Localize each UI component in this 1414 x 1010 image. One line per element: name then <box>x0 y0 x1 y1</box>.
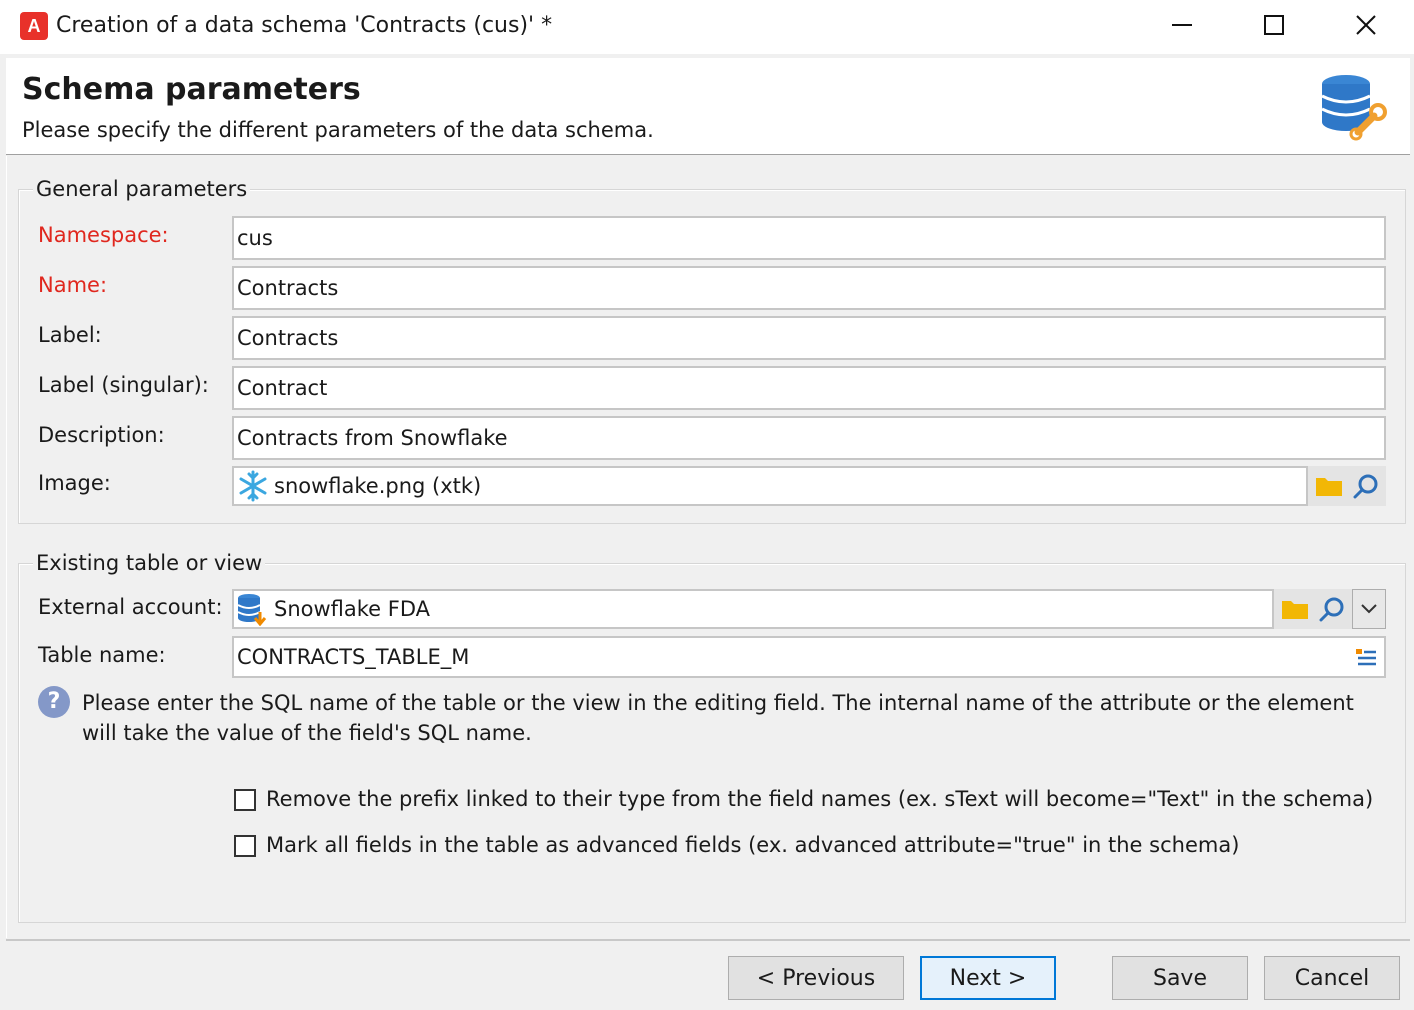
page-subtitle: Please specify the different parameters … <box>22 118 654 142</box>
name-field[interactable]: Contracts <box>232 266 1386 310</box>
close-button[interactable] <box>1320 0 1412 50</box>
cancel-button[interactable]: Cancel <box>1264 956 1400 1000</box>
chevron-down-icon <box>1361 604 1377 614</box>
external-account-value: Snowflake FDA <box>274 597 431 621</box>
list-picker-icon[interactable] <box>1354 646 1378 670</box>
folder-icon[interactable] <box>1315 474 1343 498</box>
external-account-tools <box>1274 589 1352 629</box>
description-field[interactable]: Contracts from Snowflake <box>232 416 1386 460</box>
app-logo-icon: A <box>20 12 48 40</box>
window-title: Creation of a data schema 'Contracts (cu… <box>56 13 553 38</box>
table-name-value: CONTRACTS_TABLE_M <box>237 645 470 669</box>
remove-prefix-checkbox[interactable] <box>234 789 256 811</box>
close-icon <box>1356 15 1376 35</box>
label-singular-label: Label (singular): <box>38 373 209 397</box>
search-icon[interactable] <box>1353 473 1379 499</box>
image-field[interactable]: snowflake.png (xtk) <box>232 466 1308 506</box>
general-parameters-legend: General parameters <box>33 177 251 201</box>
footer-divider <box>6 939 1410 941</box>
search-icon[interactable] <box>1319 596 1345 622</box>
next-button[interactable]: Next > <box>920 956 1056 1000</box>
folder-icon[interactable] <box>1281 597 1309 621</box>
minimize-icon <box>1172 24 1192 26</box>
maximize-button[interactable] <box>1228 0 1320 50</box>
minimize-button[interactable] <box>1136 0 1228 50</box>
page-title: Schema parameters <box>22 72 361 107</box>
help-icon: ? <box>38 686 70 718</box>
database-account-icon <box>237 594 267 626</box>
advanced-fields-label[interactable]: Mark all fields in the table as advanced… <box>266 833 1239 857</box>
description-label: Description: <box>38 423 165 447</box>
table-name-field[interactable]: CONTRACTS_TABLE_M <box>232 636 1386 678</box>
label-label: Label: <box>38 323 102 347</box>
table-name-label: Table name: <box>38 643 166 667</box>
previous-button[interactable]: < Previous <box>728 956 904 1000</box>
existing-table-legend: Existing table or view <box>33 551 266 575</box>
external-account-field[interactable]: Snowflake FDA <box>232 589 1274 629</box>
save-button[interactable]: Save <box>1112 956 1248 1000</box>
snowflake-icon <box>239 470 267 502</box>
image-label: Image: <box>38 471 111 495</box>
database-wrench-icon <box>1321 75 1387 141</box>
advanced-fields-checkbox[interactable] <box>234 835 256 857</box>
external-account-label: External account: <box>38 595 223 619</box>
image-value: snowflake.png (xtk) <box>274 474 482 498</box>
namespace-field[interactable]: cus <box>232 216 1386 260</box>
help-text: Please enter the SQL name of the table o… <box>82 691 1354 745</box>
maximize-icon <box>1264 15 1284 35</box>
external-account-dropdown-button[interactable] <box>1352 589 1386 629</box>
namespace-label: Namespace: <box>38 223 169 247</box>
image-tools <box>1308 466 1386 506</box>
label-singular-field[interactable]: Contract <box>232 366 1386 410</box>
name-label: Name: <box>38 273 108 297</box>
remove-prefix-label[interactable]: Remove the prefix linked to their type f… <box>266 787 1373 811</box>
label-field[interactable]: Contracts <box>232 316 1386 360</box>
